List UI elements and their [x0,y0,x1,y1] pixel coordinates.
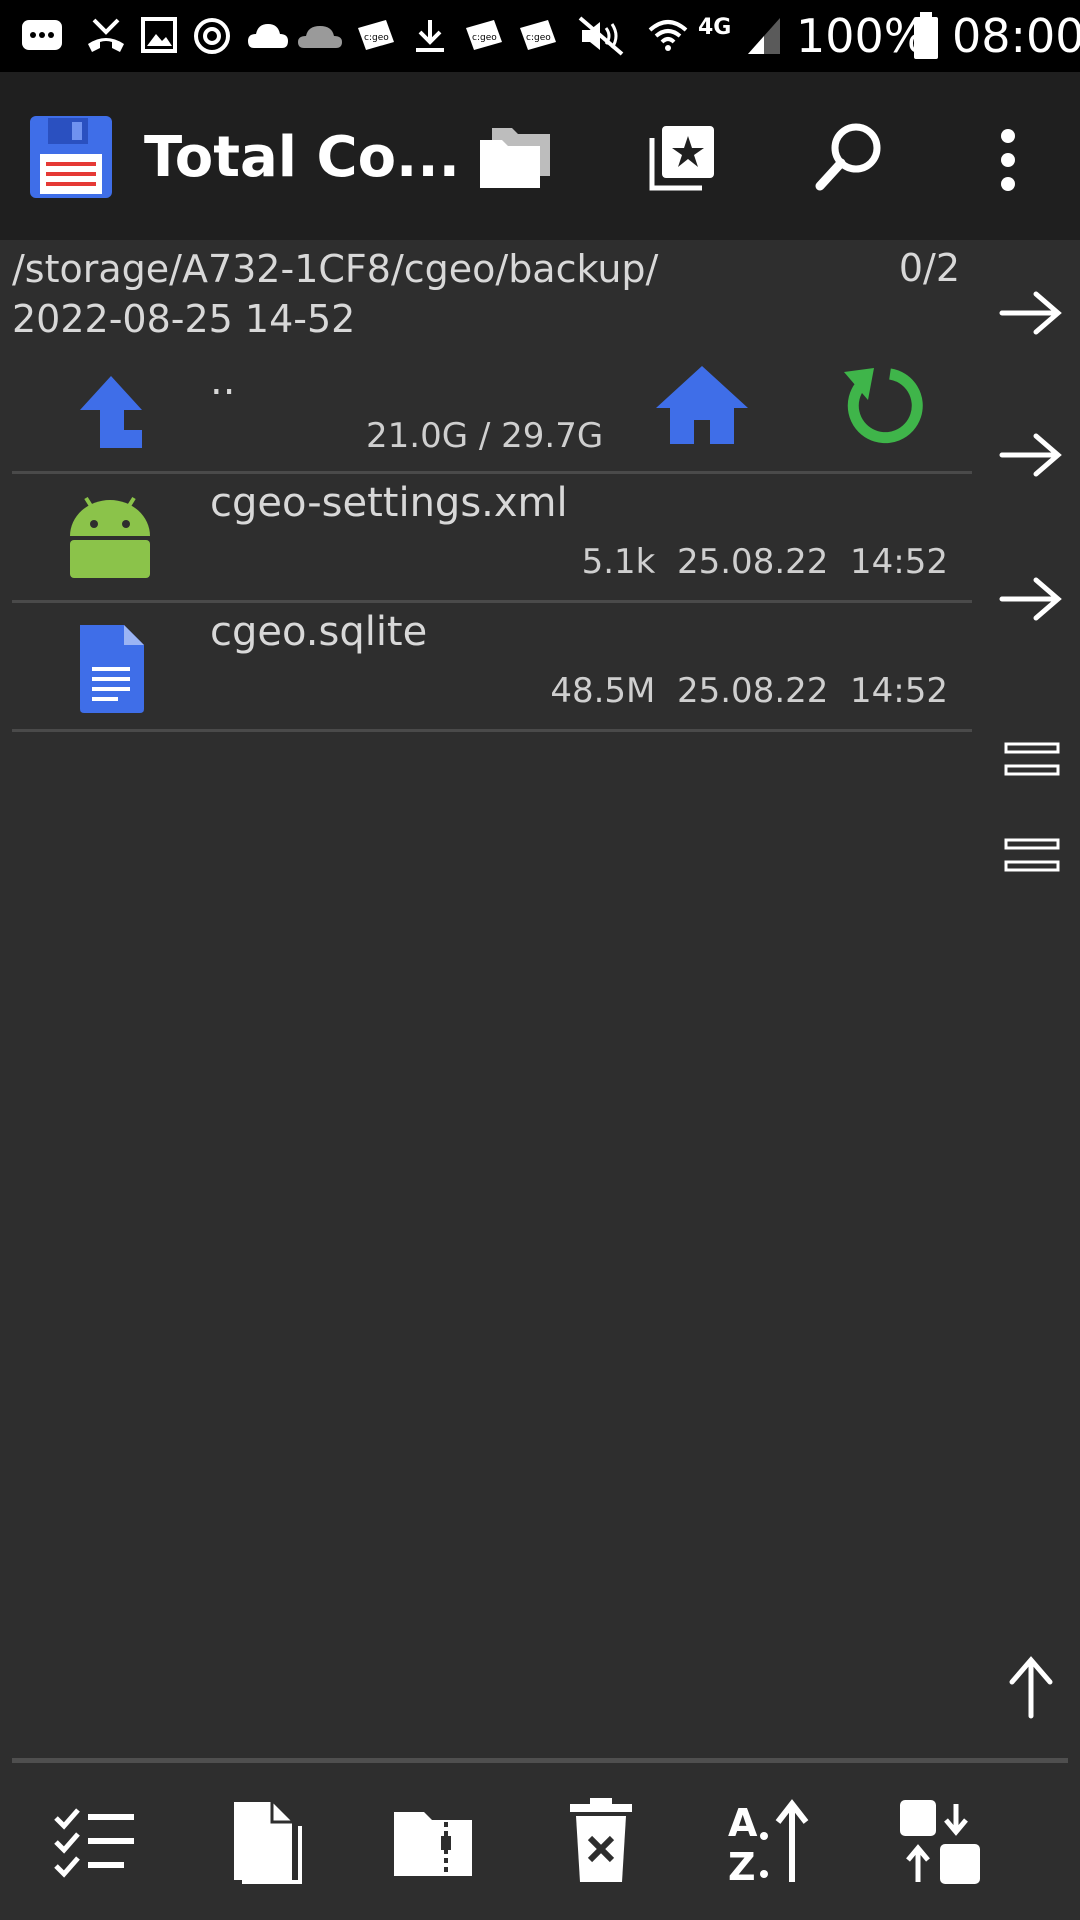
parent-directory-label: .. [210,358,236,404]
arrow-right-icon[interactable] [998,288,1064,338]
battery-percent: 100% [796,9,928,63]
cgeo-notification-icon: c:geo [466,20,502,50]
android-icon [70,496,150,578]
new-file-icon[interactable] [220,1796,310,1886]
file-name[interactable]: cgeo-settings.xml [210,480,568,526]
equals-icon[interactable] [1004,740,1060,780]
missed-call-icon [88,18,124,52]
home-icon[interactable] [652,362,752,448]
toolbar-divider [12,1758,1068,1763]
file-date: 25.08.22 [676,542,829,582]
parent-directory-row[interactable]: .. 21.0G / 29.7G [12,356,972,470]
file-size: 48.5M [550,671,656,711]
file-name[interactable]: cgeo.sqlite [210,609,427,655]
swap-panels-icon[interactable] [894,1796,984,1886]
cgeo-notification-icon: c:geo [520,20,556,50]
selection-count: 0/2 [898,246,960,290]
messages-icon [22,20,62,50]
mute-icon [578,16,624,56]
file-size: 5.1k [581,542,656,582]
storage-usage: 21.0G / 29.7G [366,416,604,456]
go-up-icon[interactable] [76,372,146,452]
file-time: 14:52 [850,542,948,582]
svg-text:c:geo: c:geo [472,33,497,43]
onedrive-icon [298,26,342,48]
current-path-folder[interactable]: 2022-08-25 14-52 [12,296,355,342]
clock: 08:00 [952,9,1080,63]
svg-text:c:geo: c:geo [526,33,551,43]
bookmark-star-icon[interactable] [648,124,716,192]
refresh-icon[interactable] [838,360,928,450]
document-icon [80,625,144,713]
svg-text:Z: Z [728,1845,756,1886]
arrow-up-icon[interactable] [1006,1654,1056,1720]
app-bar: Total Co... [0,72,1080,240]
sort-az-icon[interactable]: A Z [726,1796,816,1886]
download-icon [416,20,444,52]
file-time: 14:52 [850,671,948,711]
overflow-menu-icon[interactable] [996,124,1020,196]
delete-icon[interactable] [556,1796,646,1886]
file-meta: 48.5M 25.08.22 14:52 [550,671,948,711]
cgeo-notification-icon: c:geo [358,20,394,50]
search-icon[interactable] [814,120,886,192]
image-icon [141,17,177,53]
cloud-icon [248,24,288,48]
arrow-right-icon[interactable] [998,574,1064,624]
floppy-disk-app-icon [30,116,112,198]
current-path[interactable]: /storage/A732-1CF8/cgeo/backup/ [12,246,658,292]
battery-icon [914,12,938,59]
signal-icon [748,18,780,54]
arrow-right-icon[interactable] [998,430,1064,480]
svg-text:A: A [728,1801,758,1845]
equals-icon[interactable] [1004,836,1060,876]
file-date: 25.08.22 [676,671,829,711]
status-bar: c:geo c:geo c:geo 4G 100% 08:00 [0,0,1080,72]
svg-text:c:geo: c:geo [364,33,389,43]
row-divider [12,729,972,732]
app-title: Total Co... [144,125,460,190]
sync-icon [194,18,230,54]
file-meta: 5.1k 25.08.22 14:52 [582,542,948,582]
zip-folder-icon[interactable] [388,1796,478,1886]
folders-icon[interactable] [478,124,554,190]
wifi-icon [648,20,688,51]
network-type-label: 4G [698,15,732,40]
select-list-icon[interactable] [50,1796,140,1886]
